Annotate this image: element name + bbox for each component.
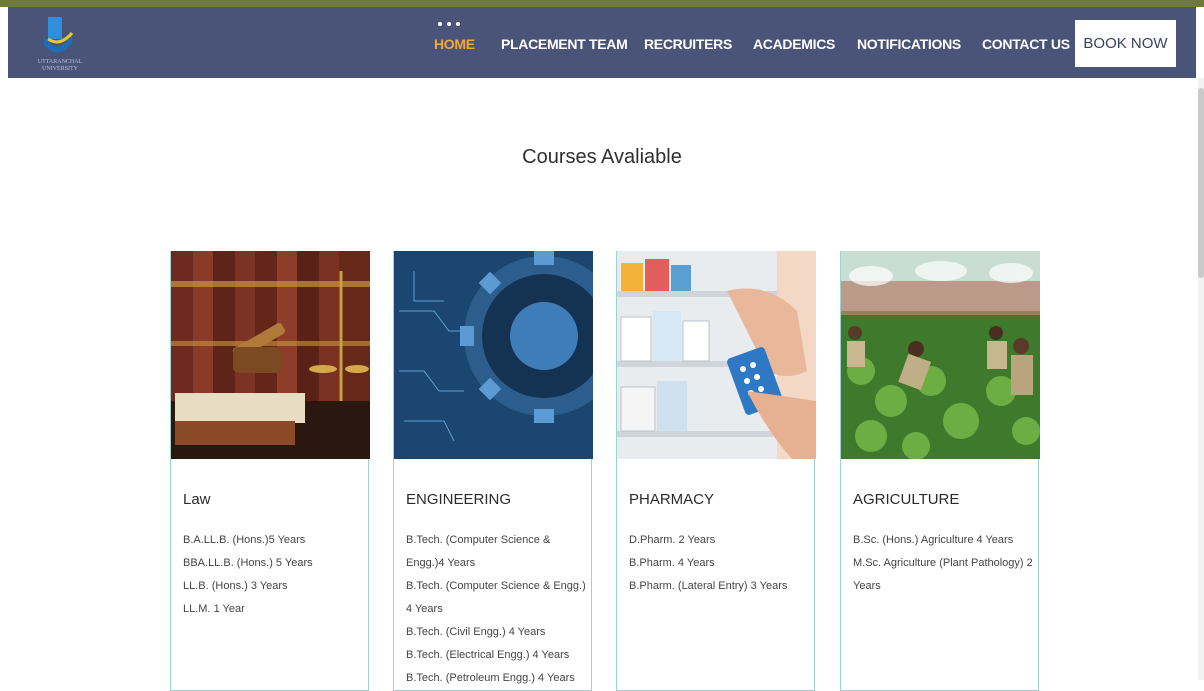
- engineering-gear-circuit-image: [394, 251, 593, 459]
- course-card-agriculture[interactable]: AGRICULTURE B.Sc. (Hons.) Agriculture 4 …: [840, 251, 1040, 691]
- active-indicator-dots: [438, 22, 464, 28]
- section-title: Courses Avaliable: [522, 146, 682, 168]
- course-list: B.Tech. (Computer Science & Engg.)4 Year…: [406, 529, 586, 690]
- course-list: D.Pharm. 2 Years B.Pharm. 4 Years B.Phar…: [629, 529, 809, 598]
- card-title: PHARMACY: [629, 491, 715, 508]
- course-item: B.Tech. (Electrical Engg.) 4 Years: [406, 649, 570, 661]
- card-title: Law: [183, 491, 211, 508]
- nav-recruiters[interactable]: RECRUITERS: [644, 36, 732, 52]
- course-card-engineering[interactable]: ENGINEERING B.Tech. (Computer Science & …: [393, 251, 593, 691]
- book-now-button[interactable]: BOOK NOW: [1075, 20, 1176, 67]
- course-card-law[interactable]: Law B.A.LL.B. (Hons.)5 Years BBA.LL.B. (…: [170, 251, 370, 691]
- course-item: LL.B. (Hons.) 3 Years: [183, 580, 288, 592]
- law-books-gavel-image: [171, 251, 370, 459]
- course-item: B.Tech. (Petroleum Engg.) 4 Years: [406, 672, 575, 684]
- course-item: B.Sc. (Hons.) Agriculture 4 Years: [853, 534, 1014, 546]
- course-item: B.Tech. (Civil Engg.) 4 Years: [406, 626, 546, 638]
- course-item: D.Pharm. 2 Years: [629, 534, 716, 546]
- card-title: AGRICULTURE: [853, 491, 960, 508]
- card-title: ENGINEERING: [406, 491, 512, 508]
- course-item: LL.M. 1 Year: [183, 603, 245, 615]
- top-accent-line: [0, 0, 1204, 7]
- scrollbar-thumb[interactable]: [1198, 88, 1204, 278]
- course-list: B.Sc. (Hons.) Agriculture 4 Years M.Sc. …: [853, 529, 1033, 598]
- logo-text: UTTARANCHAL UNIVERSITY: [37, 59, 83, 72]
- agriculture-field-students-image: [841, 251, 1040, 459]
- course-item: B.Pharm. (Lateral Entry) 3 Years: [629, 580, 788, 592]
- course-item: B.Tech. (Computer Science & Engg.)4 Year…: [406, 534, 551, 569]
- nav-home[interactable]: HOME: [434, 36, 475, 52]
- course-item: B.A.LL.B. (Hons.)5 Years: [183, 534, 306, 546]
- top-navbar: UTTARANCHAL UNIVERSITY HOME PLACEMENT TE…: [8, 7, 1196, 78]
- university-logo[interactable]: UTTARANCHAL UNIVERSITY: [32, 15, 84, 75]
- nav-contact-us[interactable]: CONTACT US: [982, 36, 1070, 52]
- nav-notifications[interactable]: NOTIFICATIONS: [857, 36, 961, 52]
- course-list: B.A.LL.B. (Hons.)5 Years BBA.LL.B. (Hons…: [183, 529, 363, 621]
- course-item: B.Tech. (Computer Science & Engg.) 4 Yea…: [406, 580, 586, 615]
- logo-emblem-icon: [44, 17, 74, 53]
- course-item: B.Pharm. 4 Years: [629, 557, 715, 569]
- nav-academics[interactable]: ACADEMICS: [753, 36, 835, 52]
- nav-placement-team[interactable]: PLACEMENT TEAM: [501, 36, 628, 52]
- course-item: BBA.LL.B. (Hons.) 5 Years: [183, 557, 313, 569]
- course-card-pharmacy[interactable]: PHARMACY D.Pharm. 2 Years B.Pharm. 4 Yea…: [616, 251, 816, 691]
- course-item: M.Sc. Agriculture (Plant Pathology) 2 Ye…: [853, 557, 1033, 592]
- pharmacy-shelves-medicine-image: [617, 251, 816, 459]
